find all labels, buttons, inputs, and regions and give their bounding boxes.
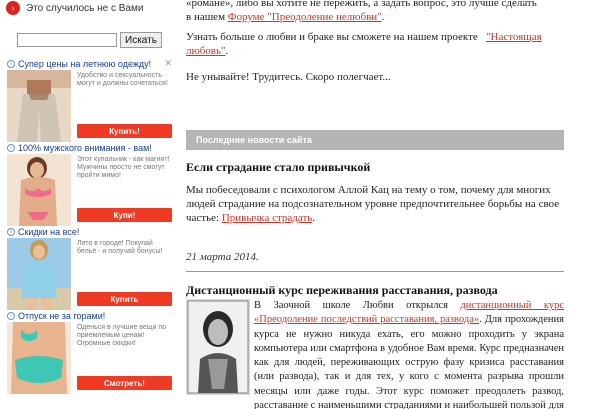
article-title[interactable]: Если страдание стало привычкой: [186, 160, 370, 174]
ad-buy-button[interactable]: Купи!: [77, 208, 172, 222]
close-icon[interactable]: ✕: [164, 58, 172, 69]
intro-paragraph: «романе», либо вы хотите не пережить, а …: [186, 0, 537, 23]
ad-image-bikini[interactable]: [7, 322, 71, 394]
ad-title[interactable]: i Отпуск не за горами!: [7, 310, 174, 322]
ad-block[interactable]: i Супер цены на летнюю одежду! ✕ Удобств…: [7, 58, 174, 142]
ad-image-summer-outfit[interactable]: [7, 238, 71, 310]
ad-info-icon[interactable]: i: [7, 312, 15, 320]
ad-block[interactable]: i Отпуск не за горами! Оденься в лучшие …: [7, 310, 174, 394]
article-image-portrait: [186, 299, 250, 395]
ad-info-icon[interactable]: i: [7, 144, 15, 152]
ad-buy-button[interactable]: Купить!: [77, 124, 172, 138]
ad-image-swimsuit[interactable]: [7, 154, 71, 226]
top-link-label: Это случилось не с Вами: [26, 2, 144, 14]
forum-link[interactable]: Форуме "Преодоление нелюбви": [228, 11, 382, 23]
article-title[interactable]: Дистанционный курс переживания расставан…: [186, 283, 498, 297]
ad-description: Этот купальник - как магнит! Мужчины про…: [77, 156, 170, 179]
encourage-text: Не унывайте! Трудитесь. Скоро полегчает.…: [186, 71, 391, 83]
project-paragraph: Узнать больше о любви и браке вы сможете…: [186, 31, 542, 57]
search-form: Искать: [17, 32, 162, 48]
article-link[interactable]: Привычка страдать: [222, 212, 312, 224]
arrow-icon: ›: [6, 1, 20, 15]
ad-image-beach-pants[interactable]: [7, 70, 71, 142]
ad-info-icon[interactable]: i: [7, 228, 15, 236]
article-summary: Мы побеседовали с психологом Аллой Кац н…: [186, 184, 560, 224]
main-content: «романе», либо вы хотите не пережить, а …: [186, 0, 566, 409]
news-section-header: Последние новости сайта: [186, 130, 564, 150]
ad-title[interactable]: i Скидки на все!: [7, 226, 174, 238]
ad-title[interactable]: i Супер цены на летнюю одежду! ✕: [7, 58, 174, 70]
top-link[interactable]: › Это случилось не с Вами: [6, 0, 143, 16]
ad-block[interactable]: i Скидки на все! Лето в городе! Покупай …: [7, 226, 174, 310]
ad-title[interactable]: i 100% мужского внимания - вам!: [7, 142, 174, 154]
ad-buy-button[interactable]: Смотреть!: [77, 376, 172, 390]
ad-block[interactable]: i 100% мужского внимания - вам! Этот куп…: [7, 142, 174, 226]
article-body: В Заочной школе Любви открылся дистанцио…: [254, 300, 564, 409]
ad-buy-button[interactable]: Купить: [77, 292, 172, 306]
ad-description: Лето в городе! Покупай бельё - и получай…: [77, 240, 163, 255]
search-input[interactable]: [17, 33, 117, 47]
search-button[interactable]: Искать: [120, 32, 162, 48]
ad-description: Удобство и сексуальность могут и должны …: [77, 72, 168, 87]
ad-description: Оденься в лучшие вещи по приемлемым цена…: [77, 324, 167, 347]
ad-info-icon[interactable]: i: [7, 60, 15, 68]
left-sidebar: › Это случилось не с Вами Искать i Супер…: [0, 0, 174, 409]
article-date: 21 марта 2014.: [186, 251, 259, 263]
divider: [186, 271, 564, 272]
